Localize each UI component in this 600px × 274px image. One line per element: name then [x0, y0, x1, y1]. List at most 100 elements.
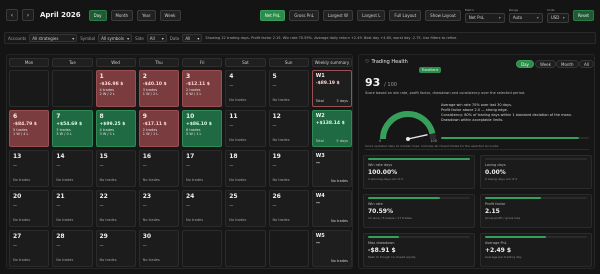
day-number: 8: [99, 113, 104, 120]
metric-field-label: Metric: [464, 7, 475, 12]
metric-sub: Average per trading day: [485, 255, 522, 259]
day-dash: —: [142, 203, 147, 208]
calendar-day[interactable]: 25 — No trades: [225, 190, 266, 227]
reset-button[interactable]: Reset: [572, 9, 594, 21]
period-week[interactable]: Week: [535, 60, 556, 68]
tab-full-layout[interactable]: Full Layout: [389, 9, 422, 21]
units-select[interactable]: USD ▾: [546, 12, 569, 23]
weekly-summary-cell[interactable]: W1 -$89.19 $ Total 3 days: [311, 70, 352, 107]
day-number: 4: [229, 73, 234, 80]
side-select[interactable]: All ▾: [146, 34, 167, 42]
calendar-day-loss[interactable]: 9 -$17.11 $2 trades 1 W / 1 L: [138, 110, 179, 147]
period-all[interactable]: All: [579, 60, 594, 68]
calendar-day[interactable]: 27 — No trades: [9, 230, 50, 267]
week-label: W1: [315, 73, 325, 79]
tab-show-layout[interactable]: Show Layout: [425, 9, 461, 21]
calendar-day[interactable]: 18 — No trades: [225, 150, 266, 187]
calendar-day-win[interactable]: 10 +$86.10 $6 trades 5 W / 1 L: [182, 110, 223, 147]
calendar-day[interactable]: 19 — No trades: [268, 150, 309, 187]
calendar-day[interactable]: 29 — No trades: [95, 230, 136, 267]
day-number: 1: [99, 73, 104, 80]
calendar-day[interactable]: 14 — No trades: [52, 150, 93, 187]
calendar-day[interactable]: 13 — No trades: [9, 150, 50, 187]
calendar-day[interactable]: 5 — No trades: [268, 70, 309, 107]
calendar-day-loss[interactable]: 6 -$84.79 $5 trades 1 W / 4 L: [9, 110, 50, 147]
no-trades-label: No trades: [272, 98, 290, 102]
units-field: Units USD ▾: [546, 7, 569, 23]
day-pnl: -$36.98 $: [99, 82, 124, 87]
chevron-down-icon: ▾: [161, 35, 164, 41]
week-pnl: -$89.19 $: [315, 81, 340, 86]
calendar-day[interactable]: 23 — No trades: [138, 190, 179, 227]
week-foot-right: No trades: [330, 179, 348, 183]
panel-title: ♡ Trading Health: [365, 59, 408, 65]
calendar-day-loss[interactable]: 2 -$40.10 $3 trades 1 W / 2 L: [138, 70, 179, 107]
calendar-day[interactable]: 16 — No trades: [138, 150, 179, 187]
day-dash: —: [272, 163, 277, 168]
day-number: 24: [186, 193, 195, 200]
calendar-day[interactable]: 15 — No trades: [95, 150, 136, 187]
no-trades-label: No trades: [142, 218, 160, 222]
day-dash: —: [272, 203, 277, 208]
calendar-empty-cell: [9, 70, 50, 107]
no-trades-label: No trades: [56, 218, 74, 222]
view-month-button[interactable]: Month: [110, 9, 134, 21]
next-month-button[interactable]: ›: [22, 9, 34, 21]
calendar-day[interactable]: 17 — No trades: [182, 150, 223, 187]
day-number: 20: [13, 193, 22, 200]
accounts-select[interactable]: All strategies ▾: [29, 34, 78, 42]
range-select[interactable]: Auto ▾: [508, 12, 543, 23]
day-dash: —: [229, 163, 234, 168]
weekly-summary-cell[interactable]: W4 — No trades: [311, 190, 352, 227]
metric-select[interactable]: Net PnL ▾: [464, 12, 505, 23]
weekly-summary-cell[interactable]: W5 — No trades: [311, 230, 352, 267]
metric-label: Profit factor: [485, 202, 506, 206]
view-week-button[interactable]: Week: [159, 9, 181, 21]
calendar-day[interactable]: 30 — No trades: [138, 230, 179, 267]
day-dash: —: [56, 203, 61, 208]
gauge-max: 100: [430, 139, 437, 143]
tab-net-pnl[interactable]: Net PnL: [259, 9, 286, 21]
calendar-day[interactable]: 22 — No trades: [95, 190, 136, 227]
calendar-day[interactable]: 12 — No trades: [268, 110, 309, 147]
no-trades-label: No trades: [13, 178, 31, 182]
view-year-button[interactable]: Year: [137, 9, 156, 21]
health-score-unit: / 100: [384, 82, 397, 88]
weekly-summary-cell[interactable]: W2 +$138.14 $ Total 5 days: [311, 110, 352, 147]
day-number: 15: [99, 153, 108, 160]
day-dash: —: [186, 163, 190, 168]
calendar-day[interactable]: 21 — No trades: [52, 190, 93, 227]
day-pnl: -$84.79 $: [13, 122, 37, 127]
day-number: 10: [186, 113, 195, 120]
metric-label: Win rate days: [368, 163, 393, 167]
calendar-day-win[interactable]: 8 +$99.25 $4 trades 3 W / 1 L: [95, 110, 136, 147]
symbol-select[interactable]: All symbols ▾: [98, 34, 133, 42]
calendar-day-win[interactable]: 7 +$54.69 $3 trades 3 W / 0 L: [52, 110, 93, 147]
units-field-label: Units: [546, 7, 555, 12]
calendar-day-loss[interactable]: 1 -$36.98 $4 trades 2 W / 2 L: [95, 70, 136, 107]
health-score: 93 / 100: [365, 76, 397, 89]
calendar-day[interactable]: 24 — No trades: [182, 190, 223, 227]
calendar-day[interactable]: 11 — No trades: [225, 110, 266, 147]
tab-gross-pnl[interactable]: Gross PnL: [289, 9, 319, 21]
calendar-day[interactable]: 4 — No trades: [225, 70, 266, 107]
tab-largest-win[interactable]: Largest W: [322, 9, 354, 21]
weekly-summary-cell[interactable]: W3 — No trades: [311, 150, 352, 187]
prev-month-button[interactable]: ‹: [6, 9, 18, 21]
day-dash: —: [99, 243, 104, 248]
day-dash: —: [13, 243, 17, 248]
calendar-day-loss[interactable]: 3 -$12.11 $2 trades 0 W / 2 L: [182, 70, 223, 107]
calendar-day[interactable]: 20 — No trades: [9, 190, 50, 227]
health-notes: Average win rate 70% over last 30 days. …: [441, 103, 591, 123]
period-month[interactable]: Month: [556, 60, 579, 68]
view-day-button[interactable]: Day: [88, 9, 107, 21]
dayname-fri: Fri: [182, 58, 223, 67]
date-select[interactable]: All ▾: [182, 34, 203, 42]
tab-largest-loss[interactable]: Largest L: [357, 9, 386, 21]
month-title: April 2026: [40, 11, 81, 19]
calendar-day[interactable]: 28 — No trades: [52, 230, 93, 267]
no-trades-label: No trades: [99, 218, 117, 222]
period-day[interactable]: Day: [516, 60, 534, 68]
calendar-day[interactable]: 26 — No trades: [268, 190, 309, 227]
accounts-label: Accounts: [8, 35, 27, 41]
